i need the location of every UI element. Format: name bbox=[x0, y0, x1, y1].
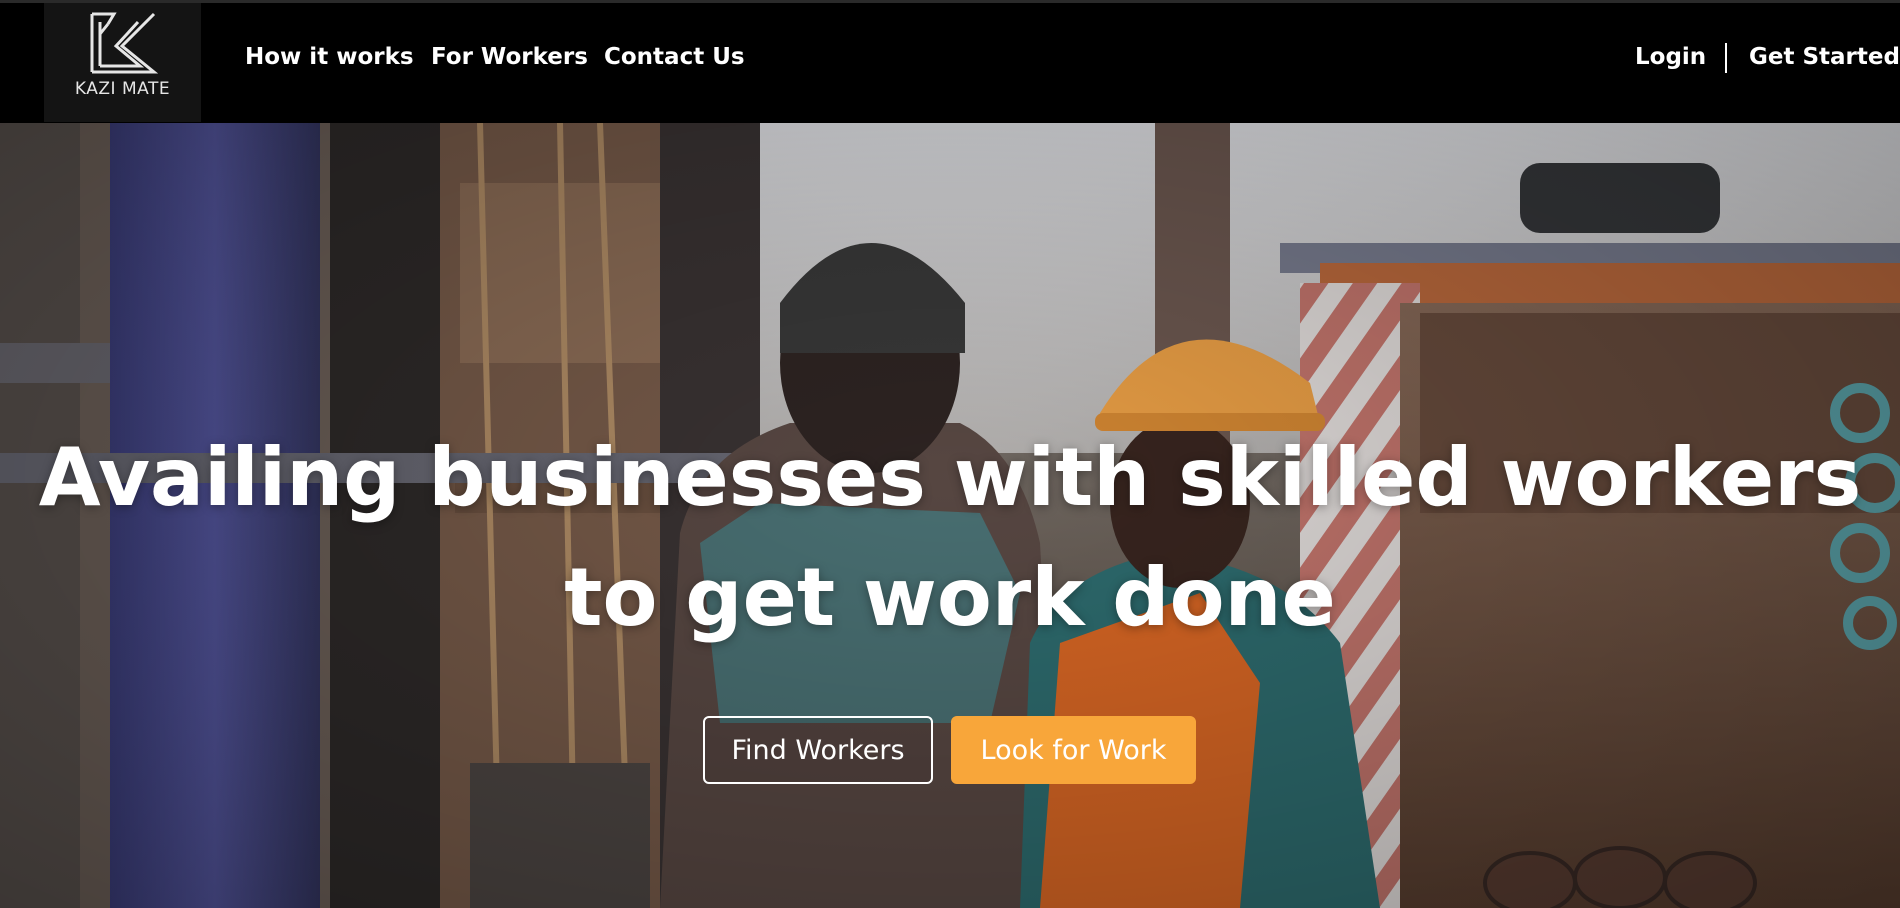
logo-link[interactable]: KAZI MATE bbox=[44, 3, 201, 122]
top-navbar: KAZI MATE How it works For Workers Conta… bbox=[0, 0, 1900, 123]
nav-for-workers[interactable]: For Workers bbox=[431, 44, 588, 70]
page: KAZI MATE How it works For Workers Conta… bbox=[0, 0, 1900, 908]
nav-divider bbox=[1725, 43, 1727, 73]
hero-headline: Availing businesses with skilled workers… bbox=[0, 418, 1900, 658]
hero-headline-line1: Availing businesses with skilled workers bbox=[38, 431, 1862, 524]
look-for-work-button[interactable]: Look for Work bbox=[951, 716, 1196, 784]
hero-headline-line2: to get work done bbox=[564, 551, 1336, 644]
nav-how-it-works[interactable]: How it works bbox=[245, 44, 414, 70]
find-workers-button[interactable]: Find Workers bbox=[703, 716, 933, 784]
logo-text: KAZI MATE bbox=[74, 79, 171, 99]
k-monogram-icon bbox=[90, 12, 158, 74]
get-started-link[interactable]: Get Started bbox=[1749, 44, 1900, 70]
nav-contact-us[interactable]: Contact Us bbox=[604, 44, 745, 70]
hero-section: Availing businesses with skilled workers… bbox=[0, 123, 1900, 908]
login-link[interactable]: Login bbox=[1635, 44, 1706, 70]
